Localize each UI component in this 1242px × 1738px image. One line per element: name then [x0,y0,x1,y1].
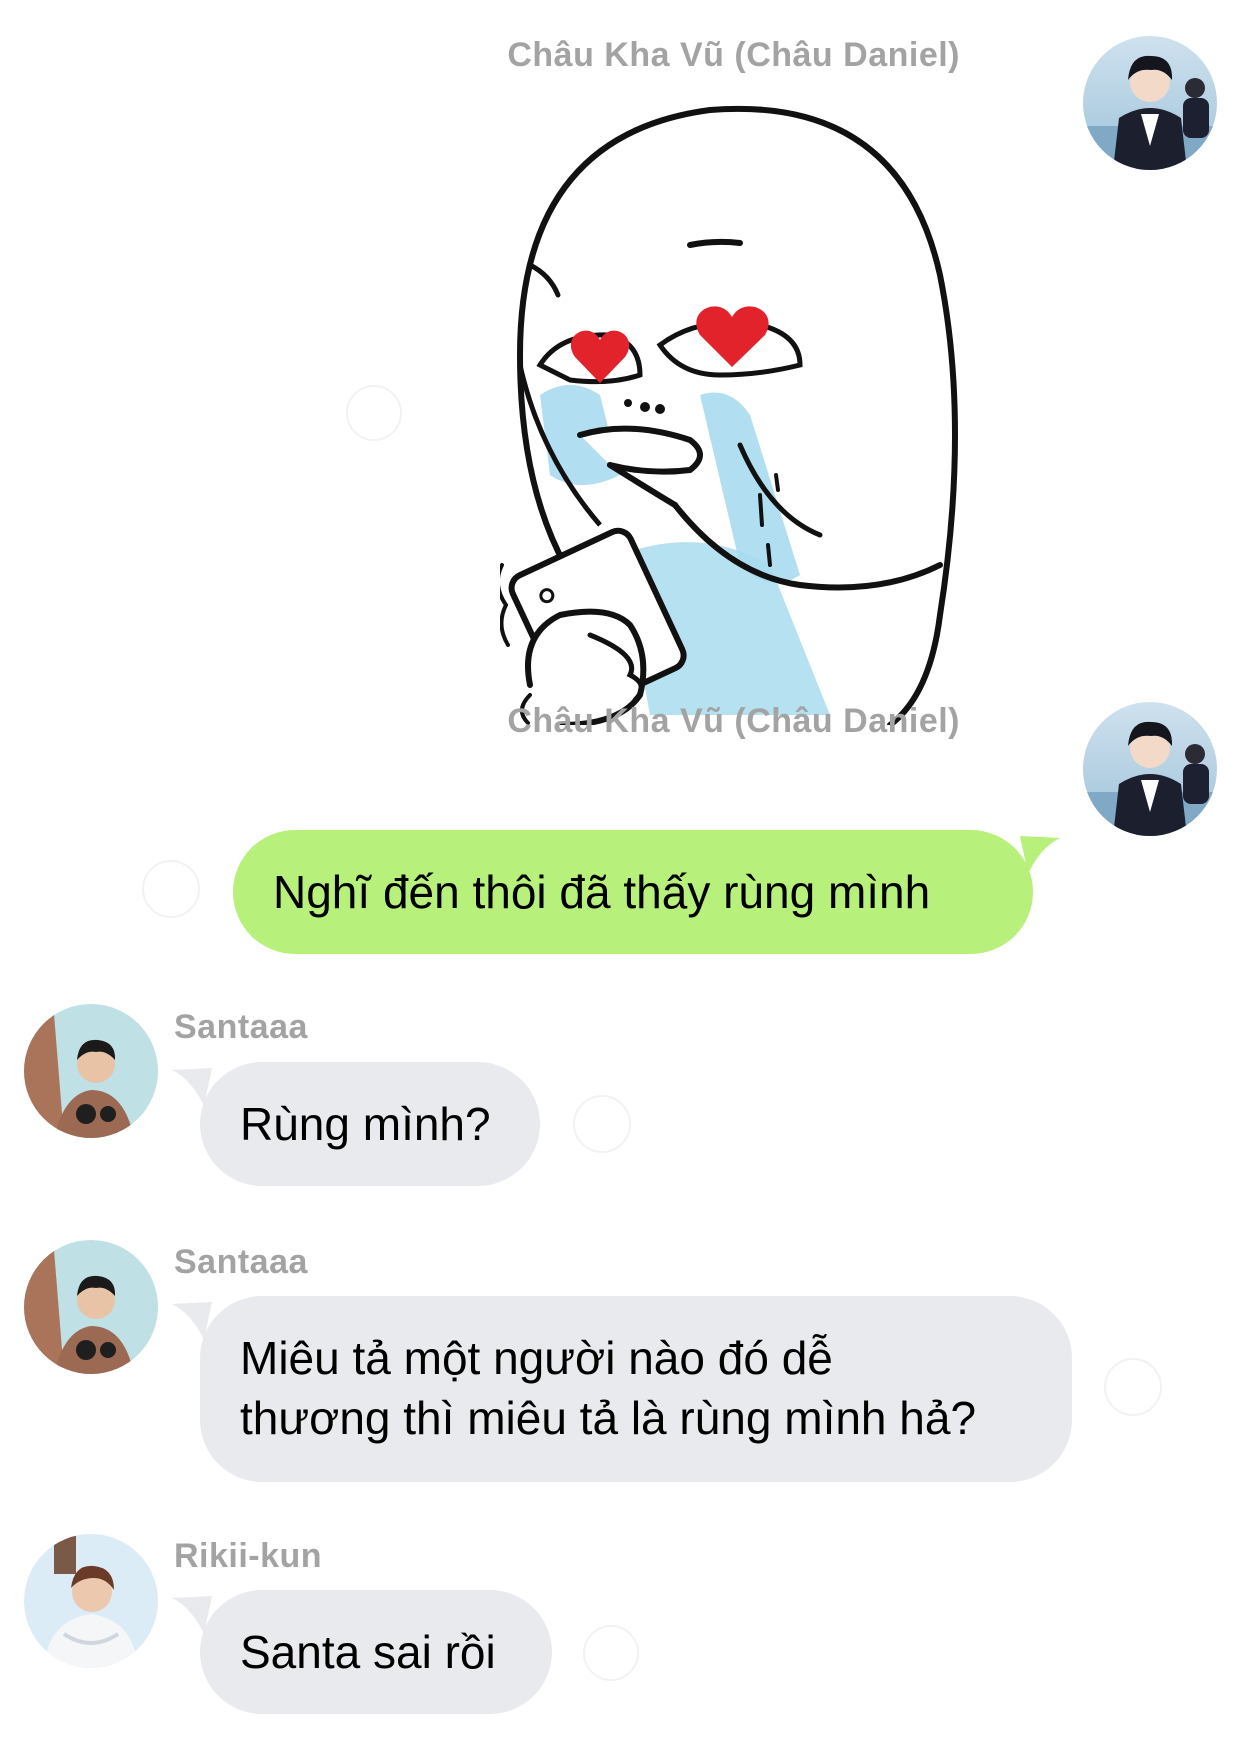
avatar-santaaa[interactable] [24,1004,158,1138]
faint-circle [573,1095,631,1153]
chat-transcript: Châu Kha Vũ (Châu Daniel) Châu Kha Vũ (C… [0,0,1242,1738]
message-text: Santa sai rồi [240,1626,496,1678]
crying-heart-eyes-phone-sticker[interactable] [495,95,1060,728]
message-bubble-incoming[interactable]: Rùng mình? [200,1062,540,1186]
sender-name: Châu Kha Vũ (Châu Daniel) [507,36,960,74]
sender-name: Santaaa [174,1243,308,1281]
faint-circle [142,860,200,918]
avatar-rikii-kun[interactable] [24,1534,158,1668]
message-bubble-incoming[interactable]: Santa sai rồi [200,1590,552,1714]
faint-circle [346,385,402,441]
message-text-line: thương thì miêu tả là rùng mình hả? [240,1392,977,1444]
message-text: Rùng mình? [240,1098,491,1150]
sender-name: Santaaa [174,1008,308,1046]
message-bubble-outgoing[interactable]: Nghĩ đến thôi đã thấy rùng mình [233,830,1033,954]
sender-name: Rikii-kun [174,1537,323,1575]
avatar-santaaa[interactable] [24,1240,158,1374]
message-text: Nghĩ đến thôi đã thấy rùng mình [273,866,931,918]
message-text-line: Miêu tả một người nào đó dễ [240,1332,833,1384]
avatar-chau-kha-vu[interactable] [1083,36,1217,170]
avatar-chau-kha-vu[interactable] [1083,702,1217,836]
sender-name: Châu Kha Vũ (Châu Daniel) [507,702,960,740]
message-bubble-incoming[interactable]: Miêu tả một người nào đó dễ thương thì m… [200,1296,1072,1482]
faint-circle [583,1625,639,1681]
faint-circle [1104,1358,1162,1416]
